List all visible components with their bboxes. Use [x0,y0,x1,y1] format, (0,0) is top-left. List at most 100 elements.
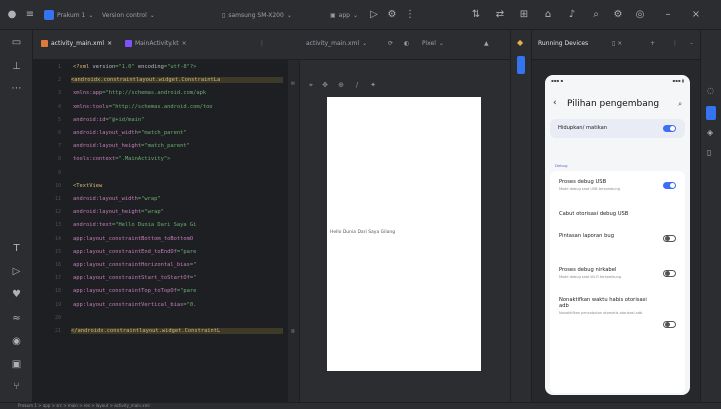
master-toggle-card[interactable]: Hidupkan/ matikan [550,119,685,138]
settings-icon[interactable]: ⚙ [612,9,624,21]
run-icon[interactable]: ▷ [368,9,380,21]
warning-icon[interactable]: ▲ [484,40,489,47]
component-tree-tab[interactable]: ▥ [291,328,297,368]
code-line[interactable]: xmlns:tools="http://schemas.android.com/… [73,104,213,110]
build-icon[interactable]: T [10,242,23,255]
tab-main-activity[interactable]: MainActivity.kt × [125,40,187,47]
setting-bug-report[interactable]: Pintasan laporan bug [559,233,676,239]
constraint-tool-icon[interactable]: ∕ [352,80,362,90]
breadcrumb[interactable]: Prakum 1 > app > src > main > res > layo… [18,403,150,408]
code-editor[interactable]: <?xml version="1.0" encoding="utf-8"?> <a… [33,60,288,402]
device-file-explorer-icon[interactable]: ▯ [707,148,711,157]
chevron-down-icon: ⌄ [362,40,368,47]
zoom-label-icon[interactable]: ⊕ [336,80,346,90]
code-line[interactable]: tools:context=".MainActivity"> [73,156,170,162]
canvas-textview[interactable]: Hello Dunia Dari Saya Gilang [330,230,395,235]
code-token: app:layout_constraintStart_toStartOf [73,275,190,282]
debug-icon[interactable]: ⚙ [386,9,398,21]
gradle-icon[interactable]: ◌ [707,86,714,95]
account-icon[interactable]: ◎ [634,9,646,21]
code-line[interactable]: android:layout_width="wrap" [73,196,161,202]
select-tool-icon[interactable]: ⌖ [306,80,316,90]
editor-options-icon[interactable]: ⋮ [259,40,265,47]
code-line[interactable]: <?xml version="1.0" encoding="utf-8"?> [73,64,196,70]
setting-label: Nonaktifkan waktu habis otorisasi adb [559,297,647,309]
add-device-icon[interactable]: + [650,40,655,47]
setting-sub: Mode debug saat USB tersambung [559,187,620,191]
notification-tab-icon[interactable]: ◈ [707,128,713,137]
sdk-manager-icon[interactable]: ⊞ [518,9,530,21]
code-line[interactable]: app:layout_constraintVertical_bias="0. [73,302,196,308]
wireless-debug-toggle[interactable] [663,270,676,277]
pan-tool-icon[interactable]: ✥ [320,80,330,90]
project-icon[interactable]: ▭ [10,36,23,49]
design-file-selector[interactable]: activity_main.xml ⌄ [306,40,367,47]
profiler-icon[interactable]: ♪ [566,9,578,21]
setting-wireless-debug[interactable]: Proses debug nirkabel Mode debug saat Wi… [559,267,676,279]
night-mode-icon[interactable]: ◐ [404,40,409,47]
setting-label: Proses debug nirkabel [559,267,617,273]
sync-icon[interactable]: ⇅ [470,9,482,21]
device-screen[interactable]: ▪▪▪ ▪ ▪▪▪ ▮ ‹ Pilihan pengembang ⌕ Hidup… [545,75,690,395]
master-toggle-switch[interactable] [663,125,676,132]
search-icon[interactable]: ⌕ [678,100,682,109]
orientation-icon[interactable]: ⟳ [388,40,393,47]
code-line[interactable]: app:layout_constraintTop_toTopOf="pare [73,288,196,294]
line-number: 21 [54,328,61,334]
commit-icon[interactable]: ⊥ [10,60,23,73]
code-line[interactable]: android:layout_height="wrap" [73,209,164,215]
code-line[interactable]: android:id="@+id/main" [73,117,144,123]
code-line[interactable]: </androidx.constraintlayout.widget.Const… [71,328,283,334]
notifications-icon[interactable]: ◆ [517,38,523,47]
code-line[interactable]: android:layout_height="match_parent" [73,143,190,149]
setting-usb-debug[interactable]: Proses debug USB Mode debug saat USB ter… [559,179,676,191]
code-line[interactable]: app:layout_constraintBottom_toBottomO [73,236,193,242]
project-selector[interactable]: Prakum 1 ⌄ [44,9,93,21]
logcat-icon[interactable]: ≈ [10,312,23,325]
code-line[interactable]: <androidx.constraintlayout.widget.Constr… [71,77,283,84]
close-icon[interactable]: × [690,9,702,21]
tab-activity-main[interactable]: activity_main.xml × [41,40,112,47]
code-line[interactable]: xmlns:app="http://schemas.android.com/ap… [73,90,206,96]
close-icon[interactable]: × [107,40,112,47]
window-menu-icon[interactable]: ● [6,9,18,21]
setting-adb-timeout[interactable]: Nonaktifkan waktu habis otorisasi adb No… [559,297,655,315]
run-config-selector[interactable]: ▣ app ⌄ [330,9,358,21]
back-icon[interactable]: ‹ [553,98,557,108]
magic-wand-icon[interactable]: ✦ [368,80,378,90]
run-tool-icon[interactable]: ▷ [10,265,23,278]
search-icon[interactable]: ⌕ [590,9,602,21]
device-selector-design[interactable]: Pixel ⌄ [422,40,444,47]
code-line[interactable]: android:text="Hello Dunia Dari Saya Gi [73,222,196,228]
code-line[interactable]: app:layout_constraintStart_toStartOf=" [73,275,196,281]
problems-icon[interactable]: ◉ [10,335,23,348]
device-manager-tab[interactable] [706,106,716,120]
main-menu-icon[interactable]: ≡ [24,9,36,21]
app-quality-icon[interactable]: ♥ [10,288,23,301]
vcs-selector[interactable]: Version control ⌄ [102,9,155,21]
code-line[interactable]: app:layout_constraintEnd_toEndOf="pare [73,249,196,255]
vcs-tool-icon[interactable]: ⑂ [10,380,23,393]
code-line[interactable]: <TextView [73,183,102,189]
terminal-icon[interactable]: ▣ [10,358,23,371]
line-number: 5 [57,116,61,123]
hide-panel-icon[interactable]: – [690,40,693,47]
device-tab[interactable]: ▯ × [612,40,622,47]
settings-page-title: Pilihan pengembang [567,99,660,109]
code-line[interactable]: android:layout_width="match_parent" [73,130,187,136]
adb-timeout-toggle[interactable] [663,321,676,328]
device-selector[interactable]: ▯ samsung SM-X200 ⌄ [222,9,292,21]
minimize-icon[interactable]: – [662,9,674,21]
device-manager-icon[interactable]: ⇄ [494,9,506,21]
more-tools-icon[interactable]: ⋯ [10,82,23,95]
more-actions-icon[interactable]: ⋮ [404,9,416,21]
palette-tab[interactable]: ▤ [291,80,297,120]
running-devices-tab[interactable] [517,56,525,74]
close-icon[interactable]: × [182,40,187,47]
usb-debug-toggle[interactable] [663,182,676,189]
home-icon[interactable]: ⌂ [542,9,554,21]
panel-options-icon[interactable]: ⋮ [672,40,678,47]
code-line[interactable]: app:layout_constraintHorizontal_bias=" [73,262,196,268]
setting-revoke-usb[interactable]: Cabut otorisasi debug USB [559,211,676,217]
bug-report-toggle[interactable] [663,235,676,242]
